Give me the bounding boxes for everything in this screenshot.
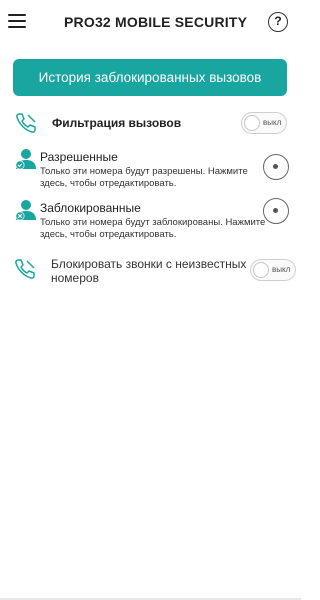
block-unknown-toggle[interactable]: выкл bbox=[250, 259, 296, 281]
blocked-title[interactable]: Заблокированные bbox=[40, 201, 141, 215]
blocked-edit-button[interactable] bbox=[263, 198, 289, 224]
blocked-description[interactable]: Только эти номера будут заблокированы. Н… bbox=[40, 217, 270, 241]
help-icon[interactable]: ? bbox=[268, 12, 288, 32]
call-filter-toggle[interactable]: выкл bbox=[241, 112, 287, 134]
toggle-state-label: выкл bbox=[272, 265, 291, 274]
toggle-knob bbox=[244, 115, 260, 131]
user-allowed-icon bbox=[15, 149, 36, 170]
allowed-edit-button[interactable] bbox=[263, 154, 289, 180]
allowed-title[interactable]: Разрешенные bbox=[40, 150, 118, 164]
toggle-knob bbox=[253, 262, 269, 278]
call-filter-label: Фильтрация вызовов bbox=[52, 116, 182, 130]
blocked-calls-history-button[interactable]: История заблокированных вызовов bbox=[13, 59, 287, 96]
user-blocked-icon bbox=[15, 200, 36, 221]
app-header: PRO32 MOBILE SECURITY ? bbox=[0, 0, 301, 46]
app-title: PRO32 MOBILE SECURITY bbox=[64, 14, 247, 30]
block-unknown-label: Блокировать звонки с неизвестных номеров bbox=[51, 257, 247, 285]
allowed-description[interactable]: Только эти номера будут разрешены. Нажми… bbox=[40, 166, 270, 190]
toggle-state-label: выкл bbox=[263, 118, 282, 127]
phone-unknown-icon bbox=[15, 259, 35, 279]
phone-filter-icon bbox=[16, 113, 36, 133]
hamburger-menu-icon[interactable] bbox=[8, 14, 26, 28]
brand-suffix: MOBILE SECURITY bbox=[110, 14, 248, 30]
brand-prefix: PRO32 bbox=[64, 14, 111, 30]
